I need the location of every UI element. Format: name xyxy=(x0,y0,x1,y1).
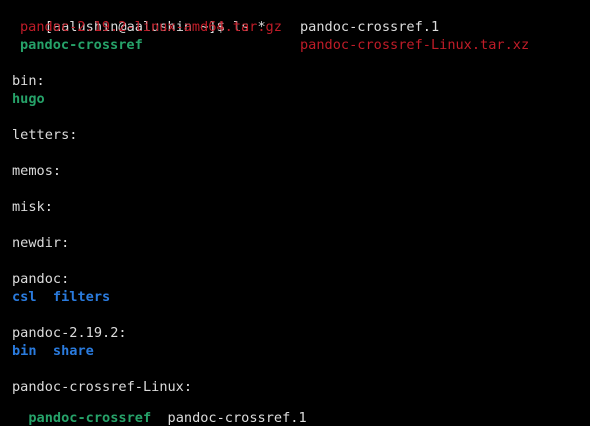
dir-header: pandoc-2.19.2: xyxy=(12,325,127,341)
prompt-line: [aalushin@aalushin ~]$ ls * xyxy=(12,0,590,35)
dir-header: memos: xyxy=(12,163,62,179)
dir-header: newdir: xyxy=(12,235,70,251)
listing-row: pandoc-2.19.2-linux-amd64.tar.gz pandoc-… xyxy=(12,18,590,36)
terminal-output[interactable]: [aalushin@aalushin ~]$ ls * pandoc-2.19.… xyxy=(12,0,590,402)
executable-file: hugo xyxy=(12,91,45,107)
regular-file: pandoc-crossref.1 xyxy=(300,19,440,35)
archive-file: pandoc-crossref-Linux.tar.xz xyxy=(300,37,530,53)
archive-file: pandoc-2.19.2-linux-amd64.tar.gz xyxy=(20,19,282,35)
dir-header: bin: xyxy=(12,73,45,89)
listing-row: pandoc-crossref pandoc-crossref-Linux.ta… xyxy=(12,36,590,54)
executable-file: pandoc-crossref xyxy=(20,37,143,53)
executable-file: pandoc-crossref xyxy=(28,410,152,426)
dir-header: misk: xyxy=(12,199,53,215)
dir-header: letters: xyxy=(12,127,78,143)
directory-entries: csl filters xyxy=(12,289,111,305)
dir-header: pandoc: xyxy=(12,271,70,287)
regular-file: pandoc-crossref.1 xyxy=(167,410,307,426)
partial-listing-row: pandoc-crossref pandoc-crossref.1 xyxy=(12,394,307,426)
directory-entries: bin share xyxy=(12,343,94,359)
